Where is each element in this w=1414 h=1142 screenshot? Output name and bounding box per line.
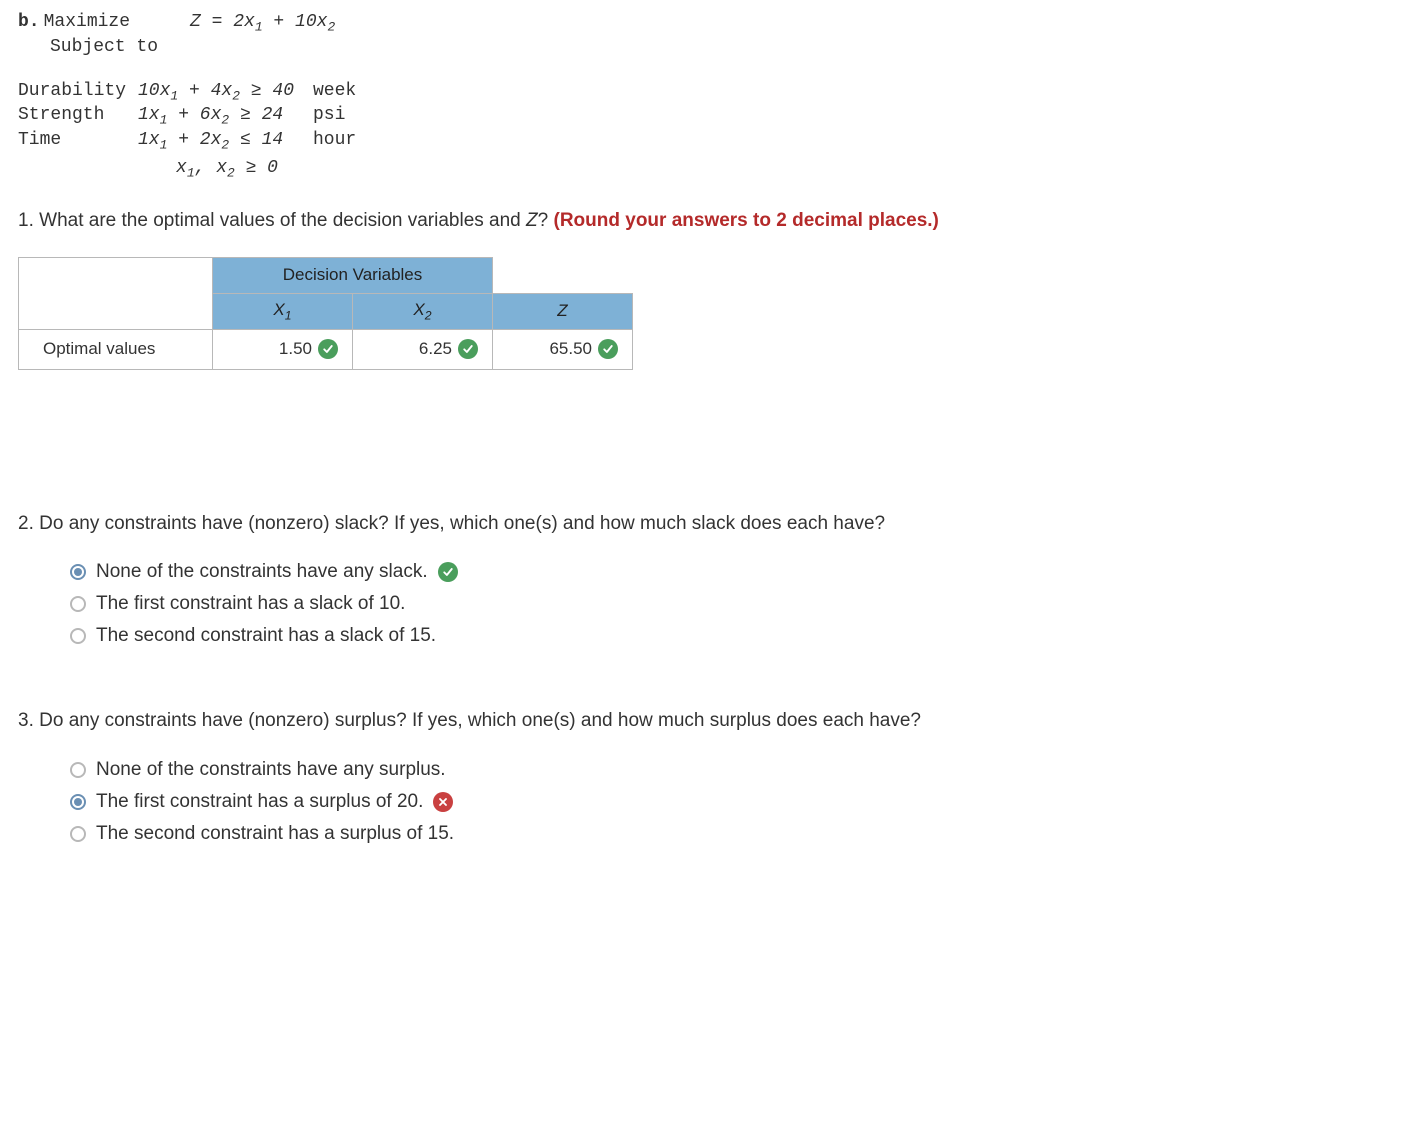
radio-icon[interactable] [70,826,86,842]
constraint-row: Durability 10x1 + 4x2 ≥ 40 week [18,81,1396,104]
x1-value: 1.50 [279,339,312,359]
constraint-expression: 1x1 + 6x2 ≥ 24 [138,105,313,128]
constraint-unit: week [313,81,356,104]
rounding-hint: (Round your answers to 2 decimal places.… [554,210,939,231]
question-3-options: None of the constraints have any surplus… [70,759,1396,845]
z-value-cell[interactable]: 65.50 [493,329,633,369]
x2-value: 6.25 [419,339,452,359]
radio-icon[interactable] [70,564,86,580]
z-value: 65.50 [549,339,592,359]
question-number: 2. [18,513,34,534]
constraint-name: Time [18,130,138,153]
radio-option[interactable]: The second constraint has a slack of 15. [70,625,1396,647]
problem-header: b. Maximize Z = 2x1 + 10x2 [18,12,1396,35]
question-2-text: 2. Do any constraints have (nonzero) sla… [18,510,1396,538]
objective-action: Maximize [44,12,190,35]
x2-value-cell[interactable]: 6.25 [353,329,493,369]
objective-function: Z = 2x1 + 10x2 [190,12,335,35]
constraint-row: Time 1x1 + 2x2 ≤ 14 hour [18,130,1396,153]
part-label: b. [18,12,44,35]
z-header: Z [493,293,633,329]
radio-icon[interactable] [70,628,86,644]
constraints-block: Durability 10x1 + 4x2 ≥ 40 week Strength… [18,81,1396,153]
z-variable: Z [526,210,538,231]
check-icon [438,562,458,582]
question-1-text: 1. What are the optimal values of the de… [18,207,1396,235]
table-blank-cell [493,257,633,293]
option-label: The second constraint has a slack of 15. [96,625,436,647]
radio-icon[interactable] [70,794,86,810]
radio-option[interactable]: The second constraint has a surplus of 1… [70,823,1396,845]
option-label: The first constraint has a surplus of 20… [96,791,423,813]
question-3-text: 3. Do any constraints have (nonzero) sur… [18,707,1396,735]
radio-icon[interactable] [70,762,86,778]
optimal-values-table: Decision Variables X1 X2 Z Optimal value… [18,257,633,370]
table-blank-cell [19,257,213,329]
radio-option[interactable]: The first constraint has a surplus of 20… [70,791,1396,813]
constraint-expression: 1x1 + 2x2 ≤ 14 [138,130,313,153]
option-label: None of the constraints have any surplus… [96,759,446,781]
radio-option[interactable]: None of the constraints have any slack. [70,561,1396,583]
constraint-name: Strength [18,105,138,128]
subject-to-label: Subject to [50,37,1396,57]
decision-variables-header: Decision Variables [213,257,493,293]
constraint-unit: psi [313,105,345,128]
optimal-values-row-label: Optimal values [19,329,213,369]
nonnegativity-constraint: x1, x2 ≥ 0 [176,158,1396,181]
x2-header: X2 [353,293,493,329]
check-icon [318,339,338,359]
radio-option[interactable]: None of the constraints have any surplus… [70,759,1396,781]
check-icon [458,339,478,359]
question-2-options: None of the constraints have any slack. … [70,561,1396,647]
option-label: None of the constraints have any slack. [96,561,428,583]
question-number: 3. [18,710,34,731]
constraint-unit: hour [313,130,356,153]
constraint-name: Durability [18,81,138,104]
x1-value-cell[interactable]: 1.50 [213,329,353,369]
option-label: The second constraint has a surplus of 1… [96,823,454,845]
check-icon [598,339,618,359]
radio-option[interactable]: The first constraint has a slack of 10. [70,593,1396,615]
option-label: The first constraint has a slack of 10. [96,593,405,615]
x1-header: X1 [213,293,353,329]
radio-icon[interactable] [70,596,86,612]
constraint-expression: 10x1 + 4x2 ≥ 40 [138,81,313,104]
question-number: 1. [18,210,34,231]
constraint-row: Strength 1x1 + 6x2 ≥ 24 psi [18,105,1396,128]
x-icon [433,792,453,812]
